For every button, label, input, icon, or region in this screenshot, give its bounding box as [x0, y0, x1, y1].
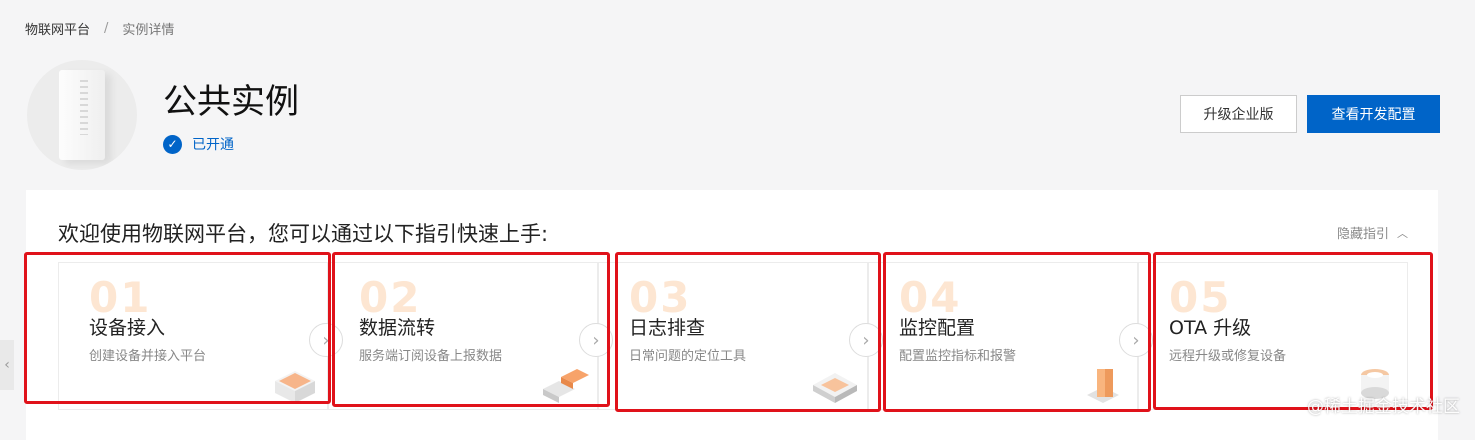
welcome-heading: 欢迎使用物联网平台，您可以通过以下指引快速上手:: [58, 222, 549, 246]
view-dev-config-button[interactable]: 查看开发配置: [1307, 95, 1440, 133]
server-icon: [27, 60, 137, 170]
hide-guide-label: 隐藏指引: [1336, 227, 1389, 242]
watermark: @稀土掘金技术社区: [1307, 397, 1460, 417]
scroll-left-button[interactable]: ‹: [0, 340, 14, 390]
highlight-box: [615, 252, 881, 412]
breadcrumb-separator: /: [104, 21, 109, 36]
highlight-box: [332, 252, 610, 407]
status-badge: ✓ 已开通: [163, 134, 234, 154]
check-circle-icon: ✓: [163, 134, 182, 154]
breadcrumb: 物联网平台 / 实例详情: [25, 19, 174, 38]
page-title: 公共实例: [163, 82, 299, 122]
upgrade-enterprise-button[interactable]: 升级企业版: [1180, 95, 1297, 133]
highlight-box: [883, 252, 1151, 412]
hide-guide-link[interactable]: 隐藏指引 ︿: [1336, 223, 1408, 243]
breadcrumb-current: 实例详情: [122, 23, 175, 38]
status-text: 已开通: [192, 137, 234, 153]
highlight-box: [24, 252, 331, 404]
chevron-up-icon: ︿: [1397, 226, 1408, 240]
highlight-box: [1153, 252, 1433, 410]
breadcrumb-root[interactable]: 物联网平台: [25, 19, 90, 38]
